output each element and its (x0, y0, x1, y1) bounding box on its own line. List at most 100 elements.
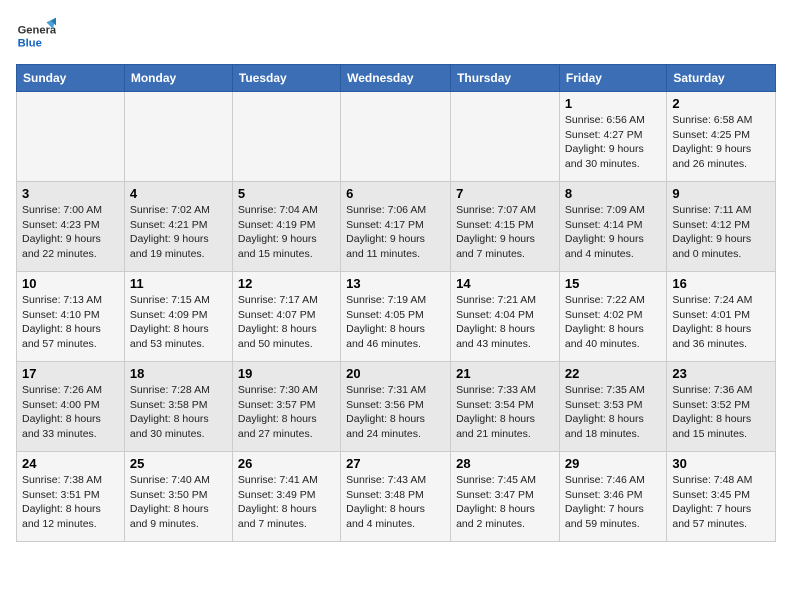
calendar-cell: 15 Sunrise: 7:22 AM Sunset: 4:02 PM Dayli… (559, 272, 666, 362)
calendar-cell: 10 Sunrise: 7:13 AM Sunset: 4:10 PM Dayli… (17, 272, 125, 362)
calendar-cell: 11 Sunrise: 7:15 AM Sunset: 4:09 PM Dayli… (124, 272, 232, 362)
day-info: Sunrise: 7:33 AM Sunset: 3:54 PM Dayligh… (456, 383, 554, 442)
calendar-cell: 24 Sunrise: 7:38 AM Sunset: 3:51 PM Dayli… (17, 452, 125, 542)
calendar-header: SundayMondayTuesdayWednesdayThursdayFrid… (17, 65, 776, 92)
calendar-week-3: 10 Sunrise: 7:13 AM Sunset: 4:10 PM Dayli… (17, 272, 776, 362)
calendar-cell: 16Sunrise: 7:24 AM Sunset: 4:01 PM Dayli… (667, 272, 776, 362)
calendar-cell (451, 92, 560, 182)
calendar-cell: 1 Sunrise: 6:56 AM Sunset: 4:27 PM Daylig… (559, 92, 666, 182)
calendar-week-4: 17Sunrise: 7:26 AM Sunset: 4:00 PM Dayli… (17, 362, 776, 452)
calendar-cell: 5Sunrise: 7:04 AM Sunset: 4:19 PM Daylig… (232, 182, 340, 272)
day-number: 24 (22, 456, 119, 471)
day-info: Sunrise: 7:41 AM Sunset: 3:49 PM Dayligh… (238, 473, 335, 532)
day-number: 23 (672, 366, 770, 381)
calendar-cell: 6 Sunrise: 7:06 AM Sunset: 4:17 PM Daylig… (341, 182, 451, 272)
day-info: Sunrise: 7:17 AM Sunset: 4:07 PM Dayligh… (238, 293, 335, 352)
day-info: Sunrise: 7:11 AM Sunset: 4:12 PM Dayligh… (672, 203, 770, 262)
day-number: 17 (22, 366, 119, 381)
calendar-cell: 19 Sunrise: 7:30 AM Sunset: 3:57 PM Dayli… (232, 362, 340, 452)
day-number: 8 (565, 186, 661, 201)
day-number: 9 (672, 186, 770, 201)
calendar-cell (232, 92, 340, 182)
day-info: Sunrise: 7:31 AM Sunset: 3:56 PM Dayligh… (346, 383, 445, 442)
day-info: Sunrise: 7:28 AM Sunset: 3:58 PM Dayligh… (130, 383, 227, 442)
day-info: Sunrise: 7:09 AM Sunset: 4:14 PM Dayligh… (565, 203, 661, 262)
day-number: 19 (238, 366, 335, 381)
column-header-friday: Friday (559, 65, 666, 92)
day-number: 22 (565, 366, 661, 381)
day-info: Sunrise: 7:36 AM Sunset: 3:52 PM Dayligh… (672, 383, 770, 442)
day-number: 13 (346, 276, 445, 291)
day-info: Sunrise: 7:15 AM Sunset: 4:09 PM Dayligh… (130, 293, 227, 352)
day-number: 4 (130, 186, 227, 201)
day-number: 1 (565, 96, 661, 111)
day-info: Sunrise: 7:30 AM Sunset: 3:57 PM Dayligh… (238, 383, 335, 442)
calendar-week-2: 3 Sunrise: 7:00 AM Sunset: 4:23 PM Daylig… (17, 182, 776, 272)
column-header-thursday: Thursday (451, 65, 560, 92)
day-number: 10 (22, 276, 119, 291)
day-number: 12 (238, 276, 335, 291)
day-info: Sunrise: 7:06 AM Sunset: 4:17 PM Dayligh… (346, 203, 445, 262)
day-info: Sunrise: 7:19 AM Sunset: 4:05 PM Dayligh… (346, 293, 445, 352)
page-header: General Blue (16, 16, 776, 56)
day-number: 2 (672, 96, 770, 111)
calendar-cell (341, 92, 451, 182)
column-header-monday: Monday (124, 65, 232, 92)
calendar-cell: 7Sunrise: 7:07 AM Sunset: 4:15 PM Daylig… (451, 182, 560, 272)
logo-icon: General Blue (16, 16, 56, 56)
calendar-cell: 28 Sunrise: 7:45 AM Sunset: 3:47 PM Dayli… (451, 452, 560, 542)
calendar-cell: 21 Sunrise: 7:33 AM Sunset: 3:54 PM Dayli… (451, 362, 560, 452)
day-info: Sunrise: 7:13 AM Sunset: 4:10 PM Dayligh… (22, 293, 119, 352)
calendar-cell: 17Sunrise: 7:26 AM Sunset: 4:00 PM Dayli… (17, 362, 125, 452)
calendar-cell: 8 Sunrise: 7:09 AM Sunset: 4:14 PM Daylig… (559, 182, 666, 272)
column-header-tuesday: Tuesday (232, 65, 340, 92)
calendar-cell: 12 Sunrise: 7:17 AM Sunset: 4:07 PM Dayli… (232, 272, 340, 362)
calendar-table: SundayMondayTuesdayWednesdayThursdayFrid… (16, 64, 776, 542)
calendar-cell: 26 Sunrise: 7:41 AM Sunset: 3:49 PM Dayli… (232, 452, 340, 542)
day-number: 28 (456, 456, 554, 471)
calendar-cell: 27 Sunrise: 7:43 AM Sunset: 3:48 PM Dayli… (341, 452, 451, 542)
column-header-saturday: Saturday (667, 65, 776, 92)
day-info: Sunrise: 7:22 AM Sunset: 4:02 PM Dayligh… (565, 293, 661, 352)
svg-text:Blue: Blue (18, 37, 42, 49)
day-info: Sunrise: 7:48 AM Sunset: 3:45 PM Dayligh… (672, 473, 770, 532)
day-number: 20 (346, 366, 445, 381)
day-number: 14 (456, 276, 554, 291)
svg-text:General: General (18, 25, 56, 37)
calendar-cell: 29 Sunrise: 7:46 AM Sunset: 3:46 PM Dayli… (559, 452, 666, 542)
calendar-cell: 13 Sunrise: 7:19 AM Sunset: 4:05 PM Dayli… (341, 272, 451, 362)
day-number: 6 (346, 186, 445, 201)
day-info: Sunrise: 7:00 AM Sunset: 4:23 PM Dayligh… (22, 203, 119, 262)
calendar-cell: 3 Sunrise: 7:00 AM Sunset: 4:23 PM Daylig… (17, 182, 125, 272)
day-info: Sunrise: 7:45 AM Sunset: 3:47 PM Dayligh… (456, 473, 554, 532)
day-number: 30 (672, 456, 770, 471)
day-number: 27 (346, 456, 445, 471)
day-info: Sunrise: 7:46 AM Sunset: 3:46 PM Dayligh… (565, 473, 661, 532)
day-number: 26 (238, 456, 335, 471)
day-info: Sunrise: 7:24 AM Sunset: 4:01 PM Dayligh… (672, 293, 770, 352)
day-info: Sunrise: 6:56 AM Sunset: 4:27 PM Dayligh… (565, 113, 661, 172)
day-number: 21 (456, 366, 554, 381)
calendar-cell: 4 Sunrise: 7:02 AM Sunset: 4:21 PM Daylig… (124, 182, 232, 272)
calendar-cell (124, 92, 232, 182)
calendar-cell: 22 Sunrise: 7:35 AM Sunset: 3:53 PM Dayli… (559, 362, 666, 452)
calendar-cell: 9 Sunrise: 7:11 AM Sunset: 4:12 PM Daylig… (667, 182, 776, 272)
day-number: 29 (565, 456, 661, 471)
day-info: Sunrise: 7:38 AM Sunset: 3:51 PM Dayligh… (22, 473, 119, 532)
day-number: 15 (565, 276, 661, 291)
day-number: 11 (130, 276, 227, 291)
day-number: 3 (22, 186, 119, 201)
calendar-cell: 2 Sunrise: 6:58 AM Sunset: 4:25 PM Daylig… (667, 92, 776, 182)
calendar-week-5: 24 Sunrise: 7:38 AM Sunset: 3:51 PM Dayli… (17, 452, 776, 542)
day-info: Sunrise: 7:35 AM Sunset: 3:53 PM Dayligh… (565, 383, 661, 442)
day-number: 18 (130, 366, 227, 381)
calendar-cell: 23 Sunrise: 7:36 AM Sunset: 3:52 PM Dayli… (667, 362, 776, 452)
calendar-cell: 30 Sunrise: 7:48 AM Sunset: 3:45 PM Dayli… (667, 452, 776, 542)
day-info: Sunrise: 6:58 AM Sunset: 4:25 PM Dayligh… (672, 113, 770, 172)
day-info: Sunrise: 7:43 AM Sunset: 3:48 PM Dayligh… (346, 473, 445, 532)
column-header-wednesday: Wednesday (341, 65, 451, 92)
day-info: Sunrise: 7:40 AM Sunset: 3:50 PM Dayligh… (130, 473, 227, 532)
day-info: Sunrise: 7:21 AM Sunset: 4:04 PM Dayligh… (456, 293, 554, 352)
day-info: Sunrise: 7:02 AM Sunset: 4:21 PM Dayligh… (130, 203, 227, 262)
day-number: 25 (130, 456, 227, 471)
